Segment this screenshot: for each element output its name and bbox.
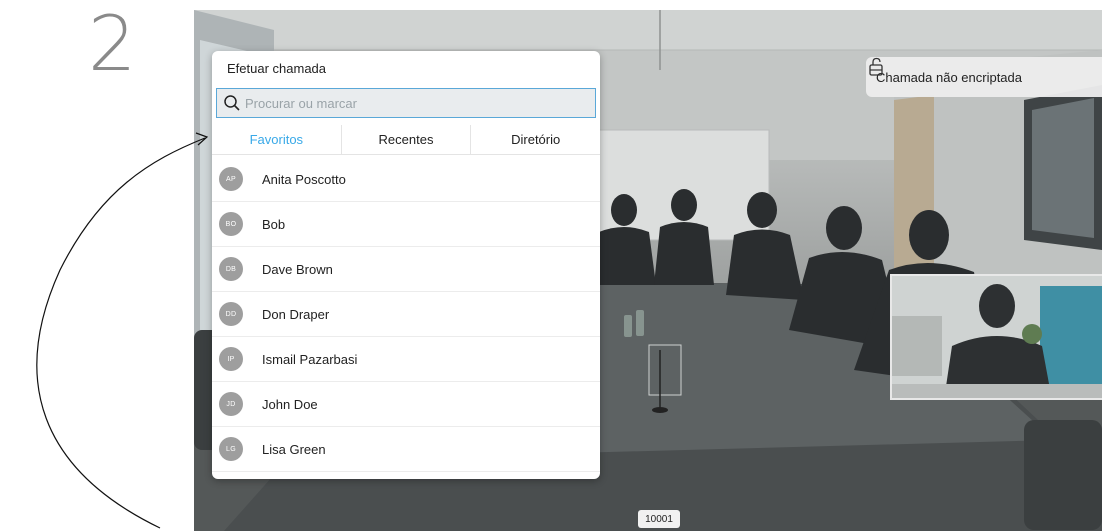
search-field[interactable] <box>216 88 596 118</box>
list-item[interactable]: JD John Doe <box>212 382 600 427</box>
avatar: IP <box>219 347 243 371</box>
tab-recentes[interactable]: Recentes <box>341 125 472 155</box>
avatar: AP <box>219 167 243 191</box>
panel-title: Efetuar chamada <box>227 61 327 76</box>
step-number: 2 <box>88 0 137 88</box>
encryption-status-badge: Chamada não encriptada <box>866 57 1102 97</box>
list-item[interactable]: AP Anita Poscotto <box>212 157 600 202</box>
list-item[interactable]: IP Ismail Pazarbasi <box>212 337 600 382</box>
dial-panel: Efetuar chamada Favoritos Recentes Diret… <box>212 51 600 479</box>
self-view-preview[interactable] <box>890 274 1102 400</box>
self-view-image <box>892 276 1102 398</box>
contact-name: Ismail Pazarbasi <box>262 351 358 367</box>
avatar: DB <box>219 257 243 281</box>
list-item[interactable]: DB Dave Brown <box>212 247 600 292</box>
contact-name: Don Draper <box>262 306 330 322</box>
contact-name: Bob <box>262 216 286 232</box>
contact-name: Dave Brown <box>262 261 333 277</box>
avatar: DD <box>219 302 243 326</box>
tab-favoritos[interactable]: Favoritos <box>212 125 342 155</box>
avatar: JD <box>219 392 243 416</box>
search-icon <box>224 95 240 111</box>
contact-list: AP Anita Poscotto BO Bob DB Dave Brown D… <box>212 157 600 472</box>
avatar: LG <box>219 437 243 461</box>
list-item[interactable]: BO Bob <box>212 202 600 247</box>
list-item[interactable]: DD Don Draper <box>212 292 600 337</box>
unlocked-padlock-icon <box>869 57 883 76</box>
contact-name: John Doe <box>262 396 318 412</box>
tab-bar: Favoritos Recentes Diretório <box>212 125 600 155</box>
encryption-status-label: Chamada não encriptada <box>876 69 1022 85</box>
contact-name: Lisa Green <box>262 441 326 457</box>
search-input[interactable] <box>245 95 585 111</box>
call-id-label: 10001 <box>638 510 680 528</box>
tab-diretorio[interactable]: Diretório <box>471 125 600 155</box>
avatar: BO <box>219 212 243 236</box>
list-item[interactable]: LG Lisa Green <box>212 427 600 472</box>
contact-name: Anita Poscotto <box>262 171 346 187</box>
